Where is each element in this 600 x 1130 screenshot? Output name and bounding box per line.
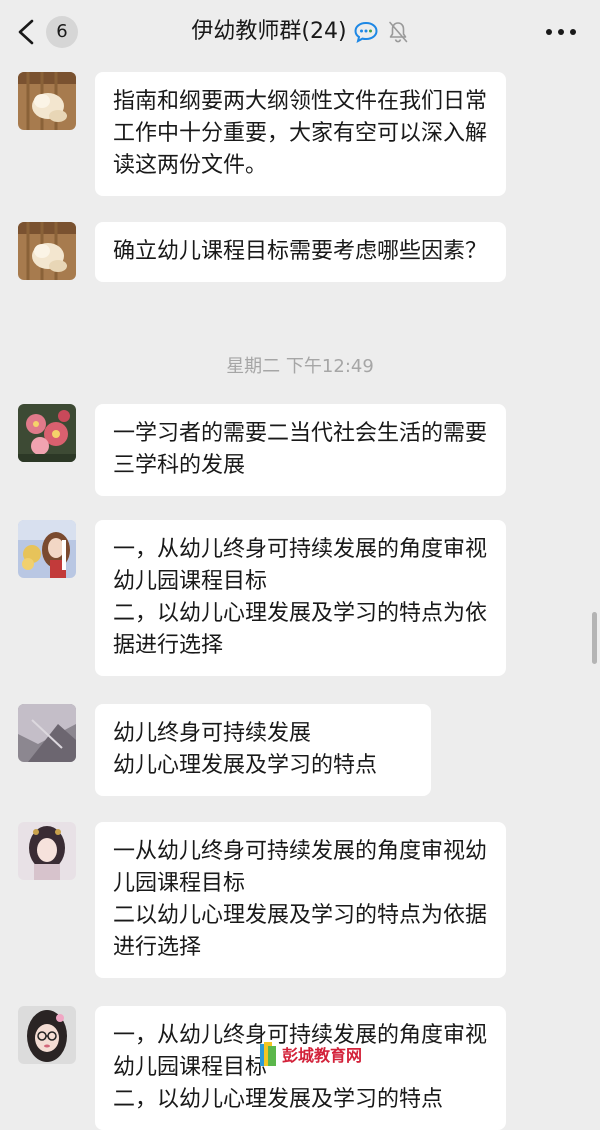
unread-count-badge: 6 — [46, 16, 78, 48]
message-bubble[interactable]: 一，从幼儿终身可持续发展的角度审视幼儿园课程目标 二，以幼儿心理发展及学习的特点… — [95, 520, 506, 676]
avatar-flower-photo[interactable] — [18, 404, 76, 462]
avatar-anime-girl[interactable] — [18, 520, 76, 578]
avatar-gray-photo[interactable] — [18, 704, 76, 762]
chat-title: 伊幼教师群(24) — [191, 19, 347, 44]
chat-header: 6 伊幼教师群(24) — [0, 0, 600, 64]
scrollbar-thumb[interactable] — [592, 612, 597, 664]
avatar-cat-photo[interactable] — [18, 72, 76, 130]
chat-title-group[interactable]: 伊幼教师群(24) — [191, 14, 408, 50]
chevron-left-icon — [18, 19, 34, 45]
more-dots-icon[interactable] — [544, 18, 578, 46]
message-bubble[interactable]: 幼儿终身可持续发展 幼儿心理发展及学习的特点 — [95, 704, 431, 796]
bell-muted-icon — [388, 21, 407, 43]
timestamp-separator: 星期二 下午12:49 — [226, 356, 374, 377]
message-bubble[interactable]: 指南和纲要两大纲领性文件在我们日常工作中十分重要，大家有空可以深入解读这两份文件… — [95, 72, 506, 196]
message-list[interactable]: 指南和纲要两大纲领性文件在我们日常工作中十分重要，大家有空可以深入解读这两份文件… — [0, 64, 600, 1130]
message-bubble[interactable]: 一学习者的需要二当代社会生活的需要三学科的发展 — [95, 404, 506, 496]
avatar-ancient-girl[interactable] — [18, 822, 76, 880]
avatar-girl-glasses[interactable] — [18, 1006, 76, 1064]
watermark-text: 彭城教育网 — [282, 1046, 362, 1065]
avatar-cat-photo[interactable] — [18, 222, 76, 280]
chat-bubble-icon — [354, 21, 378, 43]
watermark-logo: 彭城教育网 — [260, 1042, 362, 1066]
message-bubble[interactable]: 确立幼儿课程目标需要考虑哪些因素？ — [95, 222, 506, 282]
back-button[interactable]: 6 — [14, 12, 84, 52]
message-bubble[interactable]: 一从幼儿终身可持续发展的角度审视幼儿园课程目标 二以幼儿心理发展及学习的特点为依… — [95, 822, 506, 978]
